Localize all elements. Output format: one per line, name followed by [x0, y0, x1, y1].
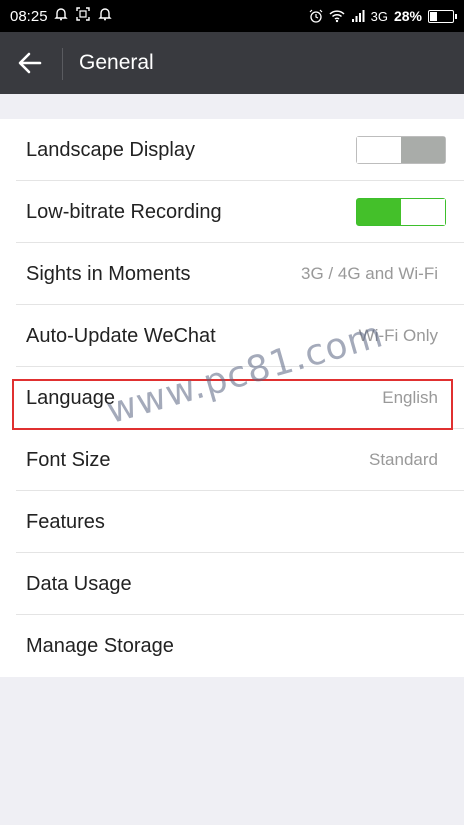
setting-value: English — [382, 388, 438, 407]
wifi-icon — [329, 10, 345, 23]
battery-percent: 28% — [393, 8, 422, 24]
notification-icons — [54, 7, 112, 21]
setting-label: Features — [26, 510, 105, 533]
setting-label: Manage Storage — [26, 634, 174, 657]
arrow-left-icon — [18, 52, 42, 74]
setting-label: Auto-Update WeChat — [26, 324, 216, 347]
setting-label: Font Size — [26, 448, 111, 471]
setting-manage-storage[interactable]: Manage Storage — [0, 615, 464, 677]
setting-auto-update-wechat[interactable]: Auto-Update WeChat Wi-Fi Only — [0, 305, 464, 367]
app-header: General — [0, 32, 464, 94]
signal-icon — [351, 10, 365, 22]
setting-value: Standard — [369, 450, 438, 469]
header-divider — [62, 48, 63, 80]
landscape-display-toggle[interactable] — [356, 136, 446, 164]
screenshot-icon — [76, 7, 90, 21]
setting-low-bitrate-recording[interactable]: Low-bitrate Recording — [0, 181, 464, 243]
status-right-icons: 3G 28% — [309, 8, 457, 24]
setting-label: Sights in Moments — [26, 262, 191, 285]
battery-icon — [428, 9, 457, 23]
setting-landscape-display[interactable]: Landscape Display — [0, 119, 464, 181]
status-bar: 08:25 3G 28% — [0, 0, 464, 32]
bell-icon — [98, 8, 112, 21]
setting-data-usage[interactable]: Data Usage — [0, 553, 464, 615]
status-time: 08:25 — [10, 8, 48, 25]
setting-language[interactable]: Language English — [0, 367, 464, 429]
network-type: 3G — [370, 8, 388, 24]
setting-label: Language — [26, 386, 115, 409]
page-title: General — [79, 51, 154, 74]
setting-label: Low-bitrate Recording — [26, 200, 222, 223]
setting-label: Landscape Display — [26, 138, 195, 161]
setting-font-size[interactable]: Font Size Standard — [0, 429, 464, 491]
low-bitrate-recording-toggle[interactable] — [356, 198, 446, 226]
setting-value: 3G / 4G and Wi-Fi — [301, 264, 438, 283]
setting-label: Data Usage — [26, 572, 132, 595]
setting-sights-in-moments[interactable]: Sights in Moments 3G / 4G and Wi-Fi — [0, 243, 464, 305]
setting-value: Wi-Fi Only — [358, 326, 438, 345]
setting-features[interactable]: Features — [0, 491, 464, 553]
back-button[interactable] — [12, 47, 48, 79]
bell-icon — [54, 8, 68, 21]
settings-list: Landscape Display Low-bitrate Recording … — [0, 119, 464, 677]
alarm-icon — [309, 9, 323, 23]
